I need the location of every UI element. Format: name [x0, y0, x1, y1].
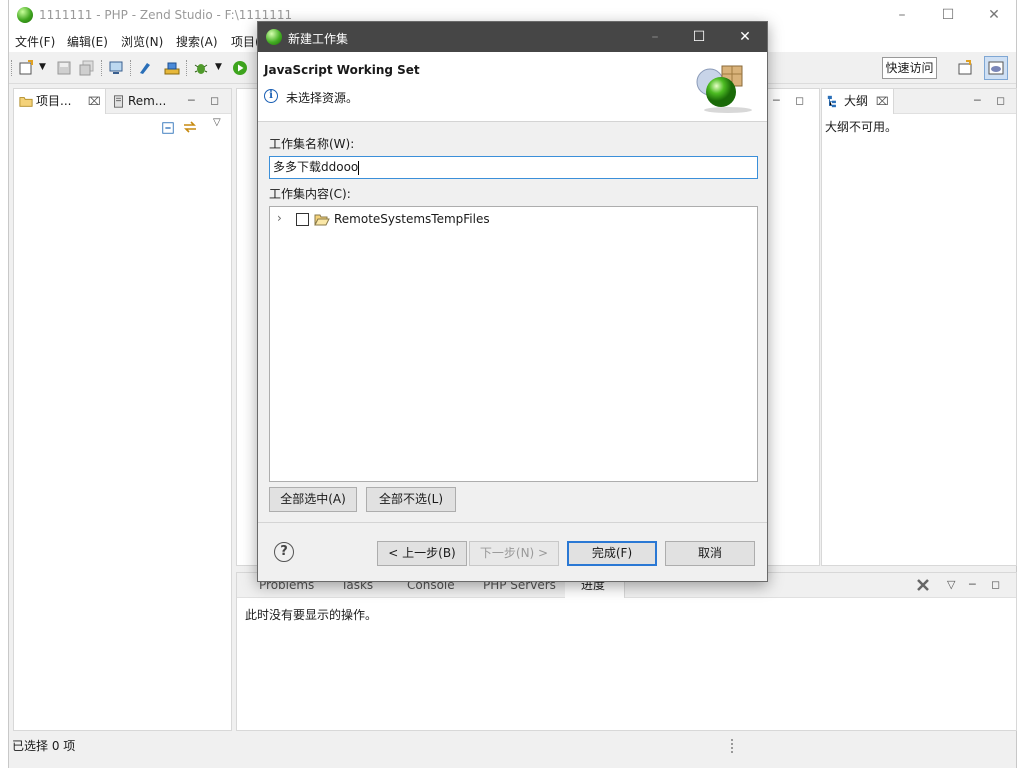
minimize-icon[interactable]: ─ — [974, 94, 981, 107]
maximize-icon[interactable]: ◻ — [991, 578, 1000, 591]
maximize-button[interactable]: ☐ — [925, 0, 971, 30]
dialog-maximize-button[interactable]: ☐ — [676, 22, 722, 52]
marker-icon[interactable] — [137, 60, 153, 76]
dialog-title-bar: 新建工作集 – ☐ ✕ — [258, 22, 767, 52]
remove-all-icon[interactable] — [915, 577, 931, 593]
working-set-name-label: 工作集名称(W): — [269, 137, 355, 151]
project-explorer-panel: 项目... ⌧ Rem... ─ ◻ ▽ — [13, 88, 232, 731]
new-working-set-dialog: 新建工作集 – ☐ ✕ JavaScript Working Set i 未选择… — [257, 21, 768, 582]
expand-icon[interactable]: › — [277, 211, 282, 225]
new-file-icon[interactable] — [18, 60, 34, 76]
working-set-content-label: 工作集内容(C): — [269, 187, 351, 201]
minimize-icon[interactable]: ─ — [188, 94, 195, 107]
view-menu-icon[interactable]: ▽ — [213, 117, 221, 128]
status-separator — [731, 739, 733, 753]
dialog-title: 新建工作集 — [288, 32, 349, 46]
maximize-icon[interactable]: ◻ — [210, 94, 219, 107]
bottom-panel: Problems Tasks Console PHP Servers 进度 ▽ … — [236, 572, 1017, 731]
link-with-editor-icon[interactable] — [182, 119, 198, 135]
working-set-wizard-icon — [696, 65, 752, 113]
menu-navigate[interactable]: 浏览(N) — [121, 33, 163, 50]
maximize-icon[interactable]: ◻ — [996, 94, 1005, 107]
project-explorer-tabs: 项目... ⌧ Rem... ─ ◻ — [14, 89, 231, 114]
outline-tabs: 大纲 ⌧ ─ ◻ — [822, 89, 1016, 114]
info-icon: i — [264, 89, 278, 103]
progress-message: 此时没有要显示的操作。 — [245, 608, 378, 622]
debug-dropdown-icon[interactable]: ▼ — [215, 62, 222, 72]
status-text: 已选择 0 项 — [12, 739, 76, 753]
dialog-close-button[interactable]: ✕ — [722, 22, 768, 52]
quick-access-button[interactable]: 快速访问 — [882, 57, 937, 79]
tab-outline-label: 大纲 — [844, 94, 869, 108]
working-set-name-input[interactable]: 多多下载ddooo — [269, 156, 758, 179]
help-icon[interactable]: ? — [274, 542, 294, 562]
maximize-icon[interactable]: ◻ — [795, 94, 804, 107]
dialog-message: 未选择资源。 — [286, 91, 359, 105]
open-perspective-icon[interactable] — [957, 60, 973, 76]
close-button[interactable]: ✕ — [971, 0, 1017, 30]
monitor-icon[interactable] — [108, 60, 124, 76]
menu-search[interactable]: 搜索(A) — [176, 33, 218, 50]
menu-project[interactable]: 项目( — [231, 33, 260, 50]
working-set-content-tree[interactable]: › RemoteSystemsTempFiles — [269, 206, 758, 482]
outline-icon — [827, 95, 836, 108]
status-bar: 已选择 0 项 — [9, 733, 1016, 757]
dialog-minimize-button[interactable]: – — [632, 22, 678, 52]
deselect-all-button[interactable]: 全部不选(L) — [366, 487, 456, 512]
dialog-footer-divider — [258, 522, 767, 523]
tab-remote-systems[interactable]: Rem... — [108, 89, 178, 114]
save-icon[interactable] — [56, 60, 72, 76]
close-icon[interactable]: ⌧ — [88, 89, 101, 114]
toolbar-separator — [101, 60, 102, 76]
cancel-button[interactable]: 取消 — [665, 541, 755, 566]
close-icon[interactable]: ⌧ — [876, 89, 889, 114]
menu-file[interactable]: 文件(F) — [15, 33, 55, 50]
tab-remote-systems-label: Rem... — [128, 94, 167, 108]
tree-item-label: RemoteSystemsTempFiles — [334, 212, 490, 226]
zend-studio-app-icon — [266, 29, 282, 45]
run-icon[interactable] — [232, 60, 248, 76]
php-perspective-icon — [988, 61, 1004, 75]
text-cursor — [358, 160, 360, 175]
folder-open-icon — [314, 214, 330, 226]
new-dropdown-icon[interactable]: ▼ — [39, 62, 46, 72]
window-title: 1111111 - PHP - Zend Studio - F:\1111111 — [39, 8, 293, 22]
php-perspective-button[interactable] — [984, 56, 1008, 80]
back-button[interactable]: < 上一步(B) — [377, 541, 467, 566]
project-explorer-icon — [19, 97, 33, 107]
select-all-button[interactable]: 全部选中(A) — [269, 487, 357, 512]
next-button[interactable]: 下一步(N) > — [469, 541, 559, 566]
menu-edit[interactable]: 编辑(E) — [67, 33, 108, 50]
view-menu-icon[interactable]: ▽ — [947, 578, 955, 591]
outline-message: 大纲不可用。 — [825, 120, 898, 134]
tree-item-checkbox[interactable] — [296, 213, 309, 226]
minimize-icon[interactable]: ─ — [773, 94, 780, 107]
toolbar-separator — [11, 60, 12, 76]
minimize-button[interactable]: – — [879, 0, 925, 30]
tree-item[interactable]: › RemoteSystemsTempFiles — [274, 210, 574, 230]
zend-studio-app-icon — [17, 7, 33, 23]
remote-systems-icon — [114, 95, 123, 108]
debug-icon[interactable] — [193, 60, 209, 76]
finish-button[interactable]: 完成(F) — [567, 541, 657, 566]
build-icon[interactable] — [164, 60, 180, 76]
tab-project-explorer-label: 项目... — [36, 94, 72, 108]
minimize-icon[interactable]: ─ — [969, 578, 976, 591]
working-set-name-value: 多多下载ddooo — [273, 160, 359, 174]
toolbar-separator — [130, 60, 131, 76]
collapse-all-icon[interactable] — [161, 121, 175, 135]
dialog-heading: JavaScript Working Set — [264, 63, 420, 77]
tab-outline[interactable]: 大纲 ⌧ — [822, 89, 894, 114]
save-all-icon[interactable] — [79, 60, 95, 76]
outline-panel: 大纲 ⌧ ─ ◻ 大纲不可用。 — [821, 88, 1017, 566]
dialog-header: JavaScript Working Set i 未选择资源。 — [258, 52, 767, 122]
tab-project-explorer[interactable]: 项目... ⌧ — [14, 89, 106, 114]
toolbar-separator — [186, 60, 187, 76]
